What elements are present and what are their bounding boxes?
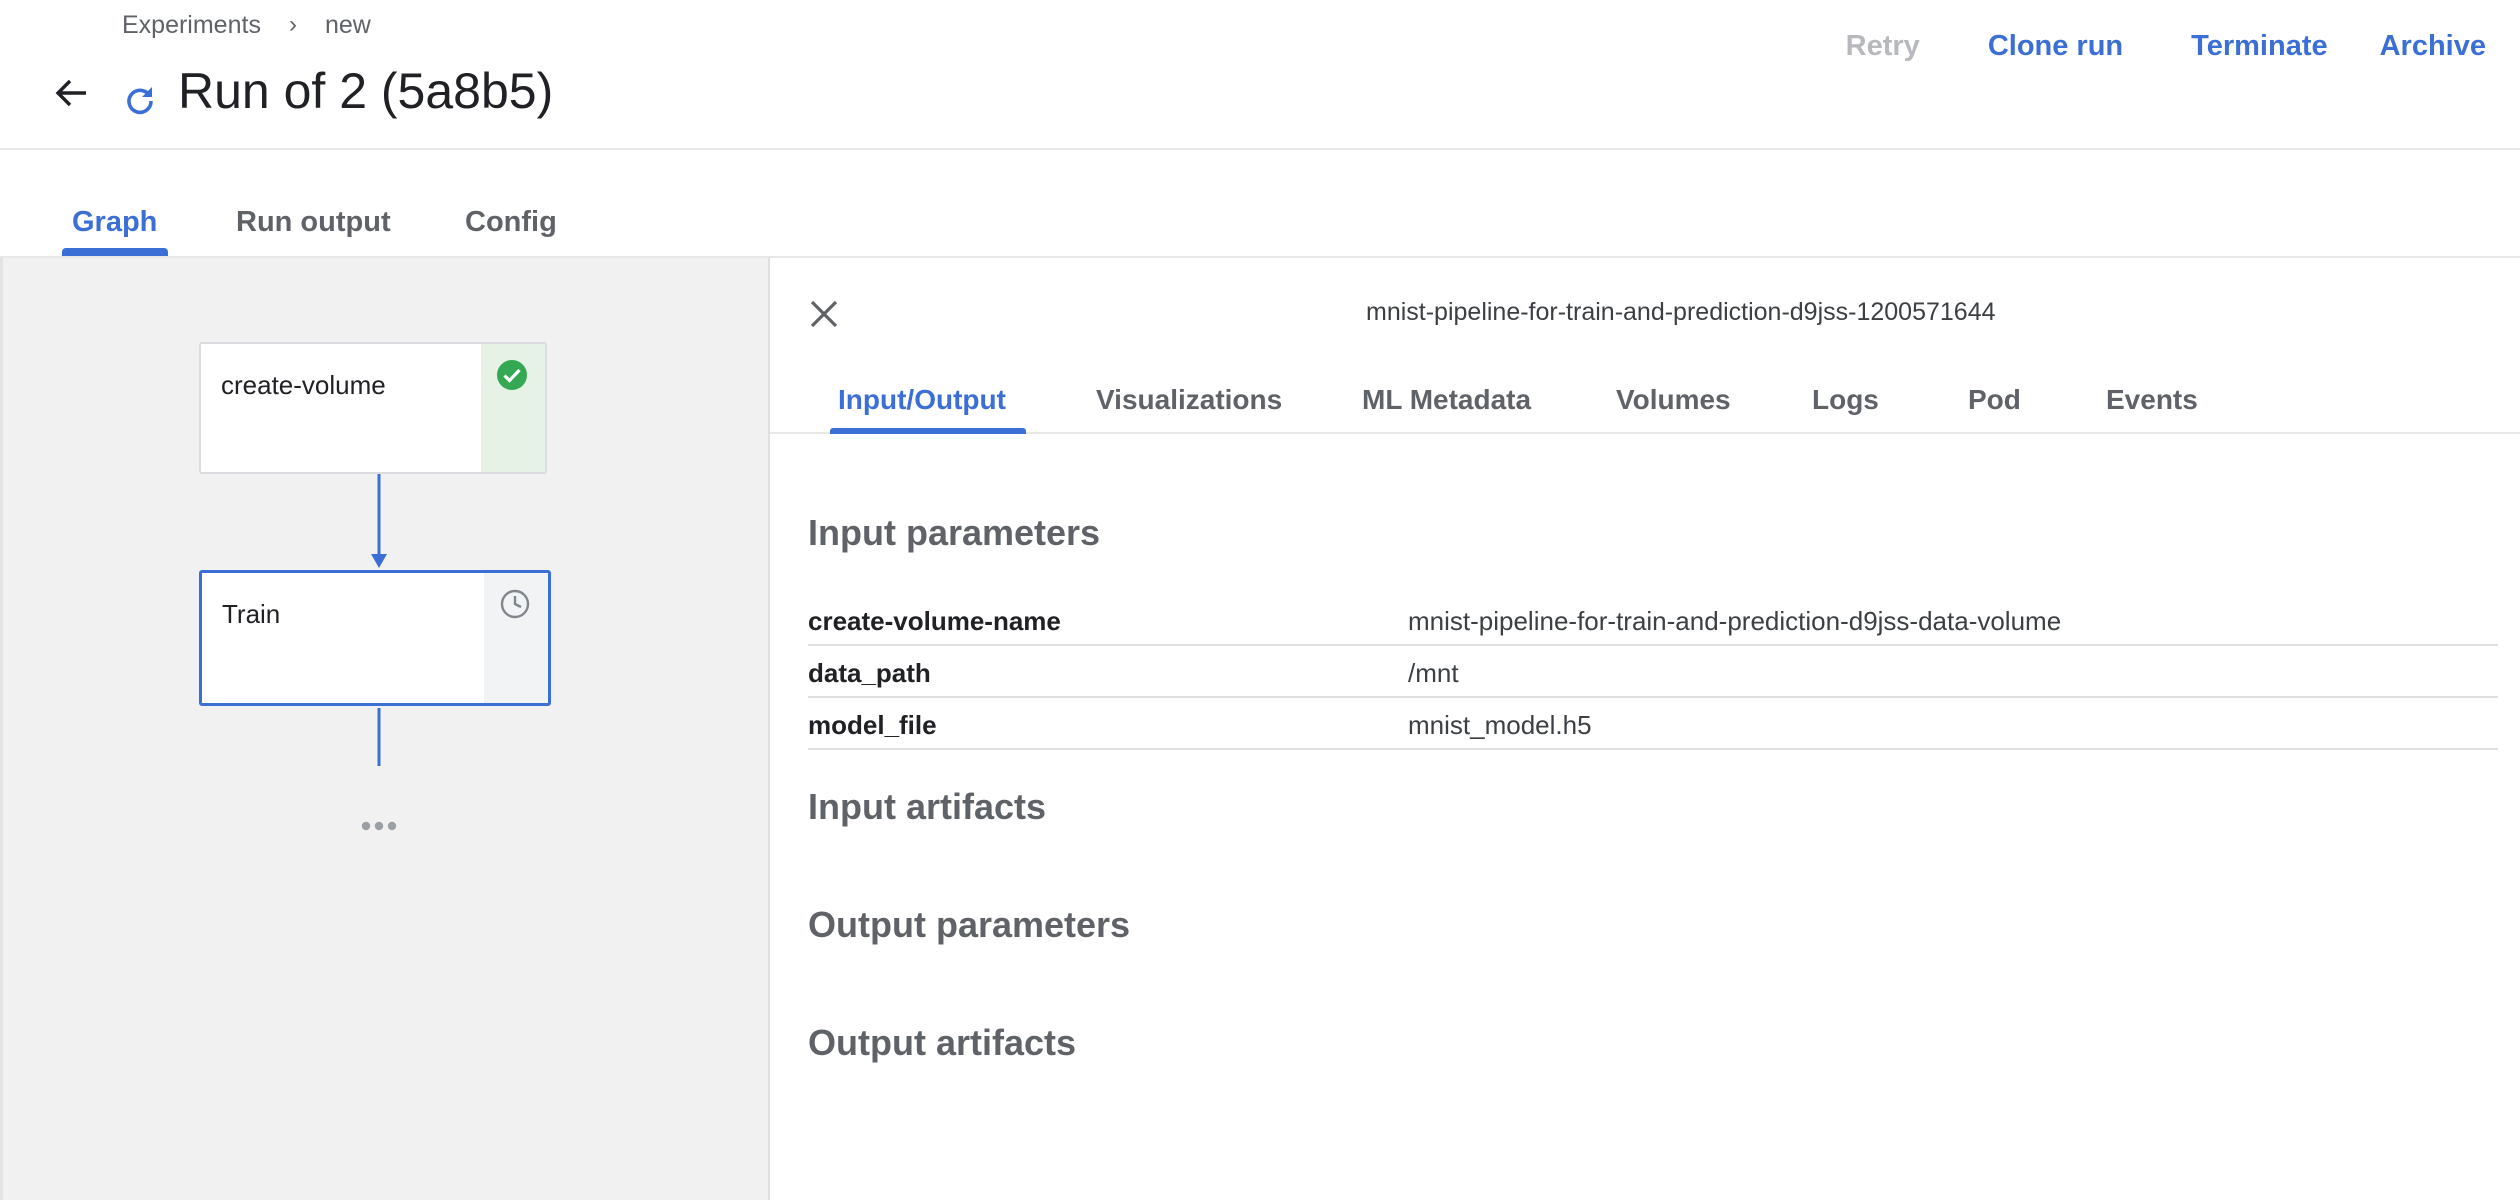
- input-parameters-heading: Input parameters: [808, 512, 1101, 553]
- arrow-back-icon: [55, 79, 86, 107]
- tab-graph[interactable]: Graph: [72, 206, 157, 239]
- node-status: [484, 573, 548, 703]
- param-key: model_file: [808, 710, 937, 740]
- output-parameters-heading: Output parameters: [808, 904, 1131, 945]
- panel-tabs: Input/Output Visualizations ML Metadata …: [770, 368, 2520, 434]
- node-label: Train: [222, 599, 281, 629]
- tab-config[interactable]: Config: [465, 206, 557, 239]
- tab-visualizations[interactable]: Visualizations: [1096, 384, 1282, 416]
- table-row: data_path /mnt: [808, 646, 2498, 698]
- breadcrumb-separator-icon: ›: [288, 11, 297, 38]
- close-icon[interactable]: [804, 294, 844, 334]
- node-label: create-volume: [221, 370, 386, 400]
- clock-icon: [500, 589, 530, 619]
- run-actions: Retry Clone run Terminate Archive: [1778, 30, 2486, 63]
- param-key: data_path: [808, 658, 931, 688]
- graph-node-train[interactable]: Train: [199, 570, 551, 706]
- page-title: Run of 2 (5a8b5): [178, 63, 554, 119]
- tab-logs[interactable]: Logs: [1812, 384, 1879, 416]
- running-refresh-icon: [127, 87, 153, 115]
- tab-volumes[interactable]: Volumes: [1616, 384, 1731, 416]
- active-panel-tab-indicator: [830, 428, 1026, 434]
- param-value: /mnt: [1408, 658, 1459, 688]
- tab-input-output[interactable]: Input/Output: [838, 384, 1006, 416]
- archive-button[interactable]: Archive: [2380, 30, 2486, 63]
- graph-node-create-volume[interactable]: create-volume: [199, 342, 547, 474]
- graph-edge-pending: [377, 708, 381, 766]
- output-artifacts-heading: Output artifacts: [808, 1022, 1077, 1063]
- node-details-panel: mnist-pipeline-for-train-and-prediction-…: [768, 258, 2520, 1200]
- param-key: create-volume-name: [808, 606, 1061, 636]
- terminate-button[interactable]: Terminate: [2191, 30, 2327, 63]
- check-circle-icon: [497, 360, 527, 390]
- clone-run-button[interactable]: Clone run: [1988, 30, 2123, 63]
- param-value: mnist-pipeline-for-train-and-prediction-…: [1408, 606, 2062, 636]
- run-tabs: Graph Run output Config: [0, 150, 2520, 258]
- graph-edge: [371, 474, 387, 568]
- tab-events[interactable]: Events: [2106, 384, 2198, 416]
- breadcrumb-experiments[interactable]: Experiments: [122, 11, 261, 40]
- active-tab-indicator: [62, 248, 168, 256]
- page-header: Experiments › new Run of 2 (5a8b5) Retry…: [0, 0, 2520, 150]
- retry-button[interactable]: Retry: [1846, 30, 1920, 63]
- table-row: create-volume-name mnist-pipeline-for-tr…: [808, 594, 2498, 646]
- input-artifacts-heading: Input artifacts: [808, 786, 1047, 827]
- panel-title: mnist-pipeline-for-train-and-prediction-…: [1366, 298, 1996, 326]
- tab-pod[interactable]: Pod: [1968, 384, 2021, 416]
- graph-pane: create-volume Train: [0, 258, 768, 1200]
- back-button[interactable]: [48, 70, 94, 116]
- breadcrumb-experiment-new[interactable]: new: [325, 11, 371, 40]
- tab-ml-metadata[interactable]: ML Metadata: [1362, 384, 1531, 416]
- input-parameters-table: create-volume-name mnist-pipeline-for-tr…: [808, 594, 2498, 750]
- tab-run-output[interactable]: Run output: [236, 206, 391, 239]
- param-value: mnist_model.h5: [1408, 710, 1592, 740]
- node-status: [481, 344, 545, 472]
- table-row: model_file mnist_model.h5: [808, 698, 2498, 750]
- breadcrumb: Experiments › new: [122, 10, 371, 40]
- more-dots-icon: [361, 821, 397, 831]
